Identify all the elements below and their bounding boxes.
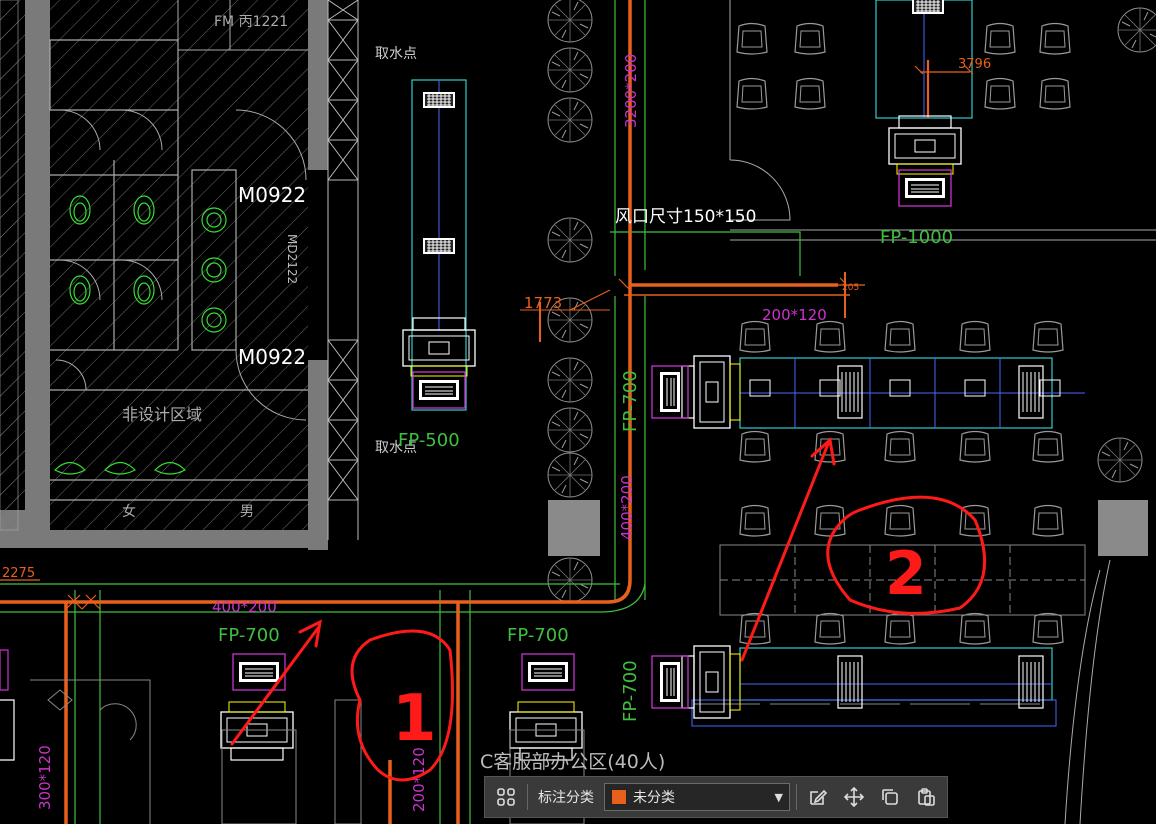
- duct-size-200x120-top: 200*120: [762, 306, 827, 324]
- toolbar-divider: [796, 784, 797, 810]
- copy-icon[interactable]: [875, 782, 905, 812]
- toilet-block: FM 丙1221 M0922 M0922 MD2122 非设计区域 女 男 取水…: [0, 0, 417, 550]
- dimension-1773: 1773: [524, 294, 562, 312]
- toilet-label-male: 男: [240, 504, 254, 520]
- fp-700-vertical-label-b: FP-700: [620, 660, 641, 722]
- vent-size-note: 风口尺寸150*150: [615, 207, 756, 227]
- water-point-label-top: 取水点: [375, 46, 417, 62]
- structural-column: [1098, 500, 1148, 556]
- fan-coil-unit-fp1000: [888, 0, 962, 207]
- duct-size-400x200-horizontal: 400*200: [212, 598, 277, 616]
- annotation-toolbar: 标注分类 未分类 ▼: [484, 776, 948, 818]
- fp-700-vertical-label-a: FP-700: [620, 370, 641, 432]
- fp-500-label: FP-500: [398, 430, 460, 451]
- furniture-misc-bottom-left: [30, 679, 362, 824]
- chevron-down-icon: ▼: [774, 790, 783, 804]
- fp-700-bottom-label-a: FP-700: [218, 625, 280, 646]
- toilet-label-female: 女: [122, 503, 136, 520]
- cad-drawing-canvas[interactable]: FM 丙1221 M0922 M0922 MD2122 非设计区域 女 男 取水…: [0, 0, 1156, 824]
- move-icon[interactable]: [839, 782, 869, 812]
- zone-label: C客服部办公区(40人): [480, 751, 665, 773]
- category-label: 标注分类: [538, 790, 594, 806]
- dimension-2275: 2275: [2, 566, 35, 581]
- dimension-leader: [569, 289, 611, 311]
- fp-700-bottom-label-b: FP-700: [507, 625, 569, 646]
- door-label-md2122: MD2122: [285, 234, 299, 284]
- fan-coil-unit-fp700-right-top: [651, 355, 741, 429]
- apps-icon[interactable]: [491, 782, 521, 812]
- paste-icon[interactable]: [911, 782, 941, 812]
- markup-number-1: 1: [392, 682, 437, 756]
- category-color-swatch: [611, 789, 627, 805]
- structural-column: [548, 500, 600, 556]
- dimension-205: 205: [842, 283, 859, 293]
- linear-diffusers: [837, 365, 1044, 709]
- room-label: FM 丙1221: [214, 14, 288, 30]
- duct-size-3200x200: 3200*200: [622, 54, 640, 128]
- fp-1000-label: FP-1000: [880, 227, 953, 248]
- toolbar-divider: [527, 784, 528, 810]
- door-label-m0922-b: M0922: [238, 345, 306, 369]
- edit-icon[interactable]: [803, 782, 833, 812]
- dimension-3796: 3796: [958, 57, 991, 72]
- duct-size-400x200-vertical: 400*200: [618, 475, 636, 540]
- category-selected-value: 未分类: [633, 790, 675, 806]
- category-dropdown[interactable]: 未分类 ▼: [604, 783, 790, 811]
- fan-coil-unit-fp700-bottom-a: [220, 653, 297, 824]
- fan-coil-unit-fp700-left-edge: [0, 649, 15, 761]
- fan-coil-unit-fp500: [402, 79, 476, 411]
- non-design-area-label: 非设计区域: [122, 405, 202, 424]
- markup-number-2: 2: [885, 539, 927, 609]
- fan-coil-unit-fp700-right-bottom: [651, 645, 741, 719]
- duct-size-300x120: 300*120: [36, 745, 54, 810]
- door-label-m0922-a: M0922: [238, 183, 306, 207]
- markup-annotations[interactable]: [230, 437, 987, 782]
